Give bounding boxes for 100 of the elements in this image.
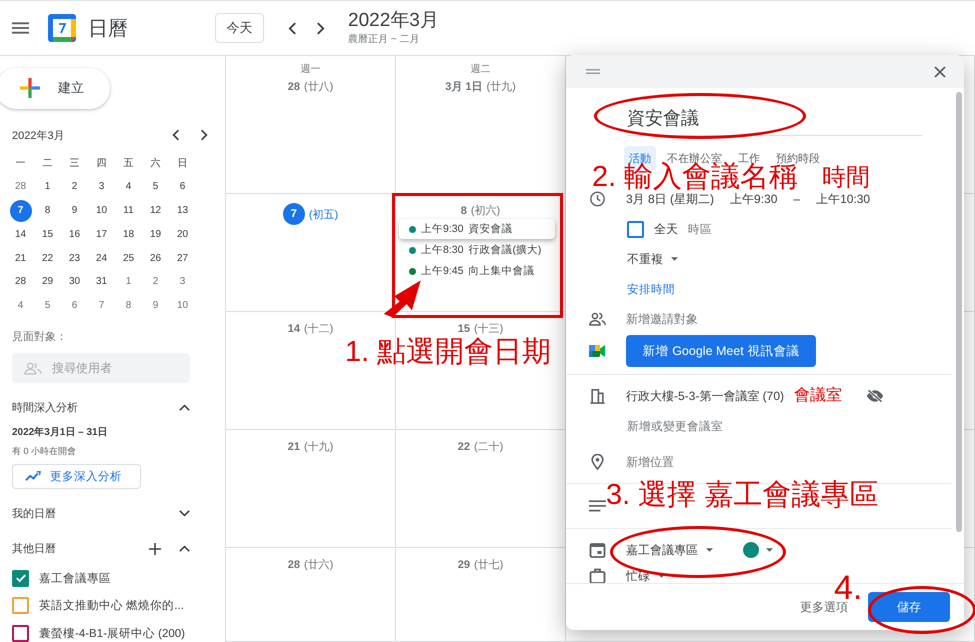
mini-calendar-day[interactable]: 17 (88, 222, 115, 246)
mini-calendar-day[interactable]: 2 (142, 270, 169, 294)
date-label[interactable]: 28 (288, 558, 300, 570)
date-label[interactable]: 14 (288, 322, 300, 334)
add-location-field[interactable]: 新增位置 (626, 454, 674, 470)
mini-calendar-day[interactable]: 3 (169, 270, 196, 294)
mini-calendar-day[interactable]: 10 (88, 198, 115, 222)
timezone-link[interactable]: 時區 (688, 222, 712, 236)
event-date[interactable]: 3月 8日 (星期二) (626, 190, 714, 208)
more-options-button[interactable]: 更多選項 (794, 598, 854, 616)
previous-month-icon[interactable] (172, 129, 180, 142)
mini-calendar-day[interactable]: 9 (61, 198, 88, 222)
date-label[interactable]: 7 (282, 203, 305, 225)
mini-calendar-day[interactable]: 27 (169, 246, 196, 270)
mini-calendar-day[interactable]: 13 (169, 198, 196, 222)
calendar-checkbox[interactable] (12, 570, 29, 587)
mini-calendar-day[interactable]: 15 (34, 222, 61, 246)
mini-calendar-day[interactable]: 1 (34, 174, 61, 199)
mini-calendar-day[interactable]: 20 (169, 222, 196, 246)
repeat-dropdown[interactable]: 不重複 (627, 250, 678, 268)
close-icon[interactable] (934, 66, 946, 78)
mini-calendar-day[interactable]: 6 (169, 174, 196, 199)
mini-calendar-day[interactable]: 3 (88, 174, 115, 199)
mini-calendar-day[interactable]: 29 (34, 270, 61, 294)
calendar-name: 英語文推動中心 燃燒你的... (39, 598, 184, 614)
create-button[interactable]: 建立 (0, 68, 110, 109)
calendar-name: 嘉工會議專區 (39, 571, 111, 586)
event-chip[interactable]: 上午8:30 行政會議(擴大) (399, 240, 555, 260)
menu-icon[interactable] (12, 22, 29, 34)
mini-calendar-day[interactable]: 25 (115, 246, 142, 270)
date-label[interactable]: 28 (288, 80, 300, 92)
eye-off-icon[interactable] (866, 389, 884, 403)
previous-icon[interactable] (288, 22, 297, 34)
today-button[interactable]: 今天 (215, 13, 264, 43)
chevron-down-icon[interactable] (179, 510, 190, 518)
description-icon[interactable] (589, 498, 606, 514)
end-time[interactable]: 上午10:30 (816, 190, 870, 208)
chevron-up-icon[interactable] (179, 404, 190, 412)
mini-calendar-day[interactable]: 21 (7, 246, 34, 270)
add-guests-field[interactable]: 新增邀請對象 (626, 310, 698, 328)
add-meet-button[interactable]: 新增 Google Meet 視訊會議 (626, 335, 816, 367)
date-label[interactable]: 3月 1日 (445, 79, 482, 94)
mini-calendar-day[interactable]: 28 (7, 174, 34, 199)
mini-calendar-day[interactable]: 8 (34, 198, 61, 222)
find-time-link[interactable]: 安排時間 (627, 282, 675, 296)
calendar-checkbox[interactable] (12, 597, 29, 614)
mini-calendar-day[interactable]: 18 (115, 222, 142, 246)
mini-calendar-day[interactable]: 16 (61, 222, 88, 246)
event-time: 上午9:30 (421, 222, 464, 236)
chevron-up-icon[interactable] (179, 545, 190, 552)
mini-calendar-day[interactable]: 4 (115, 174, 142, 199)
mini-calendar-day[interactable]: 5 (142, 174, 169, 199)
mini-calendar-day[interactable]: 30 (61, 270, 88, 294)
date-label[interactable]: 8 (460, 204, 467, 216)
mini-calendar-day[interactable]: 1 (115, 270, 142, 294)
event-chip[interactable]: 上午9:30 資安會議 (399, 219, 555, 239)
mini-calendar-day[interactable]: 5 (34, 294, 61, 318)
start-time[interactable]: 上午9:30 (730, 190, 778, 208)
mini-calendar-day[interactable]: 10 (169, 294, 196, 318)
change-room-link[interactable]: 新增或變更會議室 (627, 418, 723, 434)
weekday-header: 週一 (300, 63, 320, 76)
mini-calendar-day[interactable]: 11 (115, 198, 142, 222)
people-search-field[interactable]: 搜尋使用者 (12, 353, 190, 384)
scrollbar[interactable] (956, 92, 962, 532)
date-label[interactable]: 21 (288, 440, 300, 452)
mini-calendar-day[interactable]: 2 (61, 174, 88, 199)
mini-calendar-day[interactable]: 4 (7, 294, 34, 318)
mini-calendar-day[interactable]: 8 (115, 294, 142, 318)
mini-calendar-day[interactable]: 23 (61, 246, 88, 270)
mini-calendar-day[interactable]: 12 (142, 198, 169, 222)
mini-calendar-day[interactable]: 9 (142, 294, 169, 318)
save-button[interactable]: 儲存 (868, 592, 950, 622)
mini-calendar-day[interactable]: 22 (34, 246, 61, 270)
lunar-subtitle: 農曆正月 ~ 二月 (348, 32, 420, 46)
mini-calendar-day[interactable]: 7 (88, 294, 115, 318)
next-month-icon[interactable] (200, 129, 208, 142)
drag-handle-icon[interactable] (586, 69, 600, 74)
color-picker[interactable] (743, 542, 773, 558)
lunar-date: (廿七) (474, 558, 504, 572)
date-label[interactable]: 29 (458, 558, 470, 570)
mini-calendar-day[interactable]: 26 (142, 246, 169, 270)
event-title-field[interactable]: 資安會議 (627, 100, 922, 136)
mini-calendar-day[interactable]: 31 (88, 270, 115, 294)
mini-calendar-day[interactable]: 28 (7, 270, 34, 294)
people-label: 見面對象： (12, 330, 68, 344)
add-icon[interactable] (149, 542, 161, 555)
mini-calendar-day[interactable]: 6 (61, 294, 88, 318)
mini-calendar-day[interactable]: 14 (7, 222, 34, 246)
calendar-checkbox[interactable] (12, 624, 29, 642)
all-day-label: 全天 (654, 220, 678, 238)
calendar-dropdown[interactable]: 嘉工會議專區 (626, 542, 713, 558)
next-icon[interactable] (316, 22, 325, 34)
all-day-checkbox[interactable] (627, 220, 644, 238)
more-insights-button[interactable]: 更多深入分析 (12, 464, 141, 489)
mini-calendar-day[interactable]: 7 (10, 200, 32, 222)
date-label[interactable]: 15 (458, 322, 470, 334)
mini-calendar-day[interactable]: 19 (142, 222, 169, 246)
mini-calendar-day[interactable]: 24 (88, 246, 115, 270)
event-chip[interactable]: 上午9:45 向上集中會議 (399, 261, 555, 281)
date-label[interactable]: 22 (458, 440, 470, 452)
